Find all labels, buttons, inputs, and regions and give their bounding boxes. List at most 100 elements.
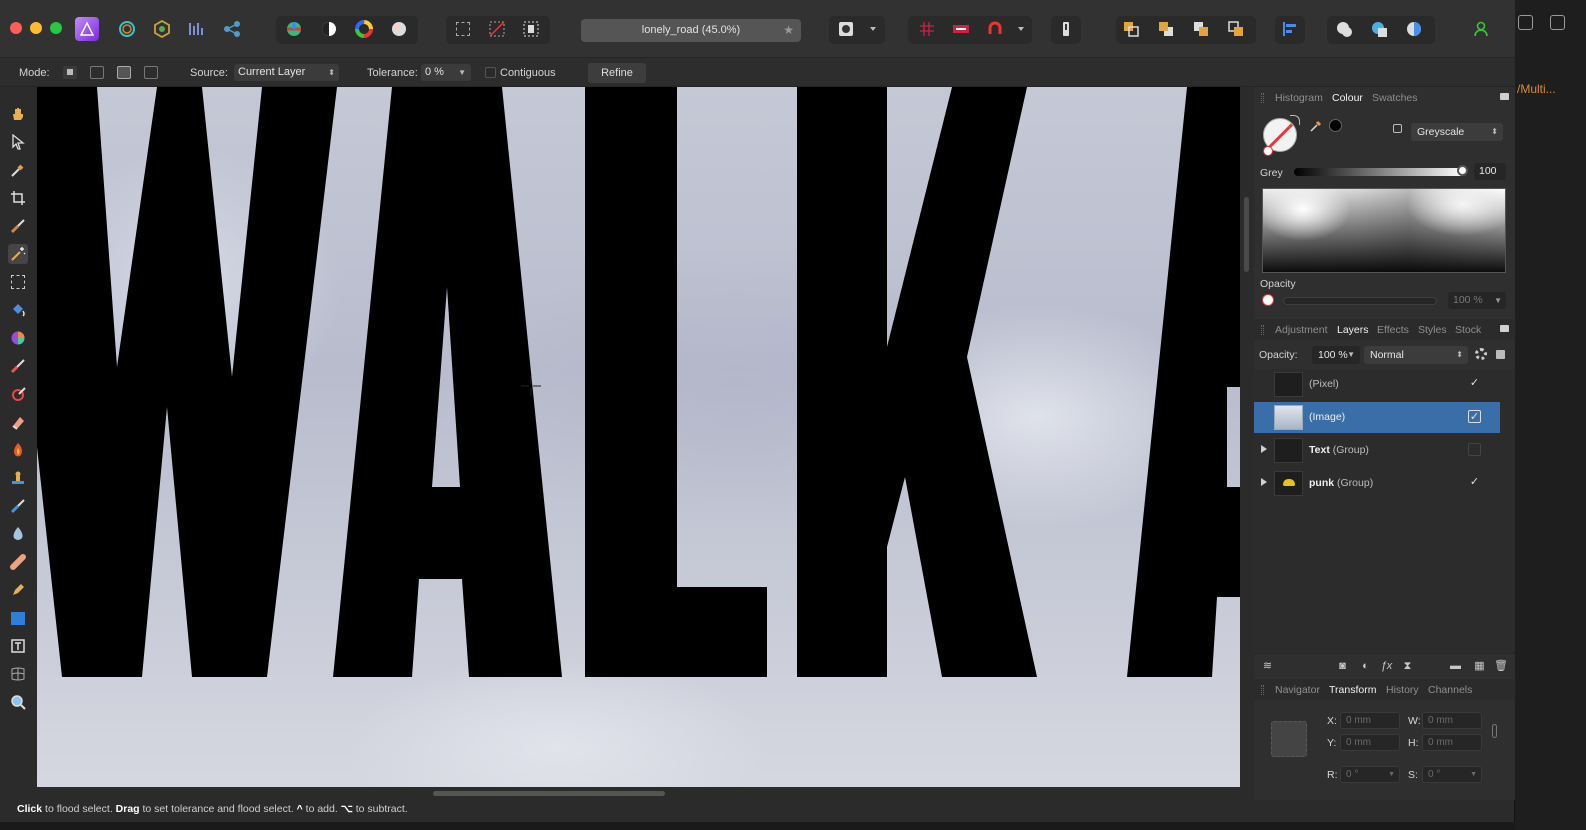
gear-icon[interactable] xyxy=(1475,348,1487,360)
horizontal-scrollbar[interactable] xyxy=(37,787,1240,800)
assistant-icon[interactable] xyxy=(950,18,972,40)
tab-transform[interactable]: Transform xyxy=(1329,684,1376,696)
layer-opacity-field[interactable]: 100 % ▼ xyxy=(1312,346,1360,364)
zoom-button[interactable] xyxy=(50,22,62,34)
panel-grip[interactable] xyxy=(1261,685,1264,695)
levels-icon[interactable] xyxy=(283,18,305,40)
zoom-tool-icon[interactable] xyxy=(8,692,28,712)
quick-mask-icon[interactable] xyxy=(835,18,857,40)
clone-tool-icon[interactable] xyxy=(8,468,28,488)
account-icon[interactable] xyxy=(1470,18,1492,40)
export-persona-icon[interactable] xyxy=(221,18,243,40)
x-field[interactable]: 0 mm xyxy=(1340,712,1400,729)
colour-wheel-icon[interactable] xyxy=(353,18,375,40)
tab-navigator[interactable]: Navigator xyxy=(1275,684,1320,696)
mask-layer-icon[interactable]: ◙ xyxy=(1336,660,1349,672)
h-field[interactable]: 0 mm xyxy=(1422,734,1482,751)
tolerance-field[interactable]: 0 % ▼ xyxy=(421,64,471,81)
grid-icon[interactable] xyxy=(916,18,938,40)
anchor-selector[interactable] xyxy=(1271,721,1307,757)
rectangle-tool-icon[interactable] xyxy=(8,608,28,628)
pen-tool-icon[interactable] xyxy=(8,580,28,600)
marquee-icon[interactable] xyxy=(452,18,474,40)
tab-channels[interactable]: Channels xyxy=(1428,684,1472,696)
panel-menu-icon[interactable] xyxy=(1500,325,1509,332)
layer-visibility-checkbox[interactable]: ✓ xyxy=(1468,410,1481,423)
move-tool-icon[interactable] xyxy=(8,132,28,152)
white-balance-icon[interactable] xyxy=(388,18,410,40)
layer-row[interactable]: punk (Group) ✓ xyxy=(1254,468,1500,499)
vertical-scroll-thumb[interactable] xyxy=(1244,197,1249,272)
chevron-down-icon[interactable] xyxy=(1018,27,1024,31)
erase-brush-tool-icon[interactable] xyxy=(8,412,28,432)
flood-select-tool-icon[interactable] xyxy=(8,244,28,264)
colour-picker-area[interactable] xyxy=(1262,188,1506,273)
deselect-icon[interactable] xyxy=(486,18,508,40)
r-field[interactable]: 0 ° ▼ xyxy=(1340,766,1400,783)
w-field[interactable]: 0 mm xyxy=(1422,712,1482,729)
pixel-layer-icon[interactable]: ▦ xyxy=(1473,660,1486,672)
link-icon[interactable] xyxy=(1492,724,1497,738)
mesh-warp-tool-icon[interactable] xyxy=(8,664,28,684)
invert-selection-icon[interactable] xyxy=(520,18,542,40)
sidebar-icon[interactable] xyxy=(1550,15,1565,30)
document-title-tab[interactable]: lonely_road (45.0%) ★ xyxy=(581,19,801,42)
frame-text-tool-icon[interactable] xyxy=(8,636,28,656)
layer-row[interactable]: (Pixel) ✓ xyxy=(1254,369,1500,400)
mode-intersect-icon[interactable] xyxy=(144,66,158,79)
dodge-burn-tool-icon[interactable] xyxy=(8,440,28,460)
mode-add-icon[interactable] xyxy=(90,66,104,79)
develop-persona-icon[interactable] xyxy=(151,18,173,40)
color-picker-tool-icon[interactable] xyxy=(8,160,28,180)
trash-icon[interactable]: 🗑 xyxy=(1494,660,1508,672)
tab-layers[interactable]: Layers xyxy=(1337,324,1369,336)
star-icon[interactable]: ★ xyxy=(783,19,794,42)
no-fill-icon[interactable] xyxy=(1262,294,1274,306)
panel-grip[interactable] xyxy=(1261,325,1264,335)
vertical-scrollbar[interactable] xyxy=(1240,87,1254,800)
expand-arrow-icon[interactable] xyxy=(1261,445,1267,453)
document-canvas[interactable] xyxy=(37,87,1240,787)
subtract-shape-icon[interactable] xyxy=(1368,18,1390,40)
horizontal-scroll-thumb[interactable] xyxy=(433,791,665,796)
colour-model-select[interactable]: Greyscale ⬍ xyxy=(1411,123,1503,141)
colour-opacity-field[interactable]: 100 % ▼ xyxy=(1448,292,1506,309)
chevron-down-icon[interactable]: ▼ xyxy=(1470,767,1477,782)
mode-subtract-icon[interactable] xyxy=(117,66,131,79)
tab-effects[interactable]: Effects xyxy=(1377,324,1409,336)
colour-replacement-tool-icon[interactable] xyxy=(8,384,28,404)
tab-history[interactable]: History xyxy=(1386,684,1419,696)
lock-icon[interactable] xyxy=(1496,350,1505,359)
layer-visibility-checkbox[interactable]: ✓ xyxy=(1468,377,1481,390)
panel-grip[interactable] xyxy=(1261,93,1264,103)
chevron-down-icon[interactable]: ▼ xyxy=(458,64,466,81)
grey-slider-knob[interactable] xyxy=(1457,165,1468,176)
fx-icon[interactable]: ƒx xyxy=(1380,660,1393,672)
swap-colours-icon[interactable] xyxy=(1290,115,1300,125)
layer-row[interactable]: (Image) ✓ xyxy=(1254,402,1500,433)
opacity-slider[interactable] xyxy=(1283,297,1437,305)
layers-stack-icon[interactable]: ≋ xyxy=(1261,660,1274,672)
paint-brush-tool-icon[interactable] xyxy=(8,356,28,376)
panel-menu-icon[interactable] xyxy=(1500,93,1509,100)
tab-adjustment[interactable]: Adjustment xyxy=(1275,324,1328,336)
chevron-down-icon[interactable]: ▼ xyxy=(1388,767,1395,782)
crop-tool-icon[interactable] xyxy=(8,188,28,208)
contiguous-checkbox[interactable] xyxy=(485,67,496,78)
expand-arrow-icon[interactable] xyxy=(1261,478,1267,486)
blur-brush-tool-icon[interactable] xyxy=(8,496,28,516)
chevron-down-icon[interactable] xyxy=(870,27,876,31)
eyedropper-icon[interactable] xyxy=(1309,119,1323,136)
tone-mapping-persona-icon[interactable] xyxy=(186,18,208,40)
grey-value-field[interactable]: 100 xyxy=(1474,163,1506,180)
liquify-persona-icon[interactable] xyxy=(116,18,138,40)
window-icon[interactable] xyxy=(1518,15,1533,30)
marquee-tool-icon[interactable] xyxy=(8,272,28,292)
lock-icon[interactable] xyxy=(1393,124,1402,133)
healing-brush-tool-icon[interactable] xyxy=(8,552,28,572)
blur-drop-tool-icon[interactable] xyxy=(8,524,28,544)
move-forward-icon[interactable] xyxy=(1190,18,1212,40)
layer-visibility-checkbox[interactable] xyxy=(1468,443,1481,456)
layer-visibility-checkbox[interactable]: ✓ xyxy=(1468,476,1481,489)
folder-icon[interactable]: ▬ xyxy=(1449,660,1462,672)
